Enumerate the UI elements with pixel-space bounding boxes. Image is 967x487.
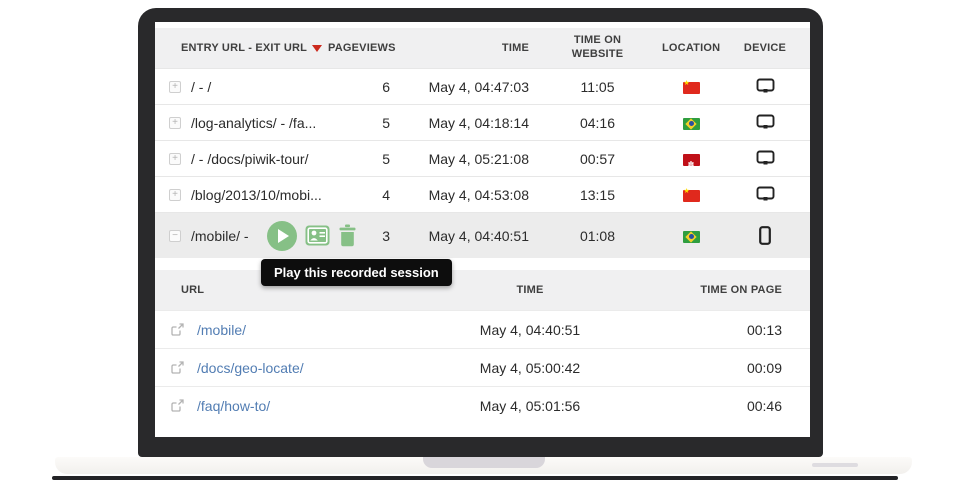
table-row[interactable]: + /log-analytics/ - /fa... 5 May 4, 04:1… [155, 104, 810, 140]
table-row[interactable]: + / - / 6 May 4, 04:47:03 11:05 ★ [155, 68, 810, 104]
time-on-website-value: 04:16 [533, 115, 662, 131]
time-on-website-value: 01:08 [533, 228, 662, 244]
desktop-icon [756, 78, 775, 95]
hong-kong-flag-icon: ✽ [683, 154, 700, 166]
table-row[interactable]: + / - /docs/piwik-tour/ 5 May 4, 05:21:0… [155, 140, 810, 176]
china-flag-icon: ★ [683, 82, 700, 94]
laptop-base-detail [812, 463, 858, 467]
external-link-icon[interactable] [171, 399, 184, 412]
entry-exit-url: /mobile/ - [191, 228, 249, 244]
external-link-icon[interactable] [171, 361, 184, 374]
laptop-bezel: ENTRY URL - EXIT URL PAGEVIEWS TIME TIME… [138, 8, 823, 457]
pageviews-value: 3 [312, 228, 394, 244]
laptop-screen: ENTRY URL - EXIT URL PAGEVIEWS TIME TIME… [155, 22, 810, 437]
pageviews-value: 5 [312, 115, 394, 131]
mobile-icon [759, 226, 771, 245]
collapse-row-icon[interactable]: − [169, 230, 181, 242]
time-on-page-value: 00:09 [655, 360, 786, 376]
time-value: May 4, 04:47:03 [394, 79, 533, 95]
header-location[interactable]: LOCATION [662, 42, 720, 54]
laptop-base [55, 457, 912, 474]
tooltip: Play this recorded session [261, 259, 452, 286]
time-value: May 4, 04:40:51 [394, 228, 533, 244]
header-device[interactable]: DEVICE [720, 42, 810, 54]
header-entry-exit-url[interactable]: ENTRY URL - EXIT URL [155, 42, 312, 54]
expand-row-icon[interactable]: + [169, 117, 181, 129]
time-value: May 4, 05:01:56 [405, 398, 655, 414]
sub-table-header: URL TIME TIME ON PAGE [155, 270, 810, 310]
desktop-icon [756, 186, 775, 203]
expand-row-icon[interactable]: + [169, 153, 181, 165]
external-link-icon[interactable] [171, 323, 184, 336]
sort-descending-icon [312, 45, 322, 52]
entry-exit-url: / - /docs/piwik-tour/ [191, 151, 308, 167]
time-on-website-value: 13:15 [533, 187, 662, 203]
sub-table-row: /docs/geo-locate/ May 4, 05:00:42 00:09 [155, 348, 810, 386]
header-pageviews[interactable]: PAGEVIEWS [312, 42, 394, 54]
time-value: May 4, 05:21:08 [394, 151, 533, 167]
table-row[interactable]: + /blog/2013/10/mobi... 4 May 4, 04:53:0… [155, 176, 810, 212]
time-value: May 4, 05:00:42 [405, 360, 655, 376]
expand-row-icon[interactable]: + [169, 189, 181, 201]
page-url-link[interactable]: /mobile/ [197, 322, 246, 338]
china-flag-icon: ★ [683, 190, 700, 202]
page: ENTRY URL - EXIT URL PAGEVIEWS TIME TIME… [0, 0, 967, 487]
desktop-icon [756, 150, 775, 167]
time-on-website-value: 11:05 [533, 79, 662, 95]
time-value: May 4, 04:18:14 [394, 115, 533, 131]
pageviews-value: 4 [312, 187, 394, 203]
laptop-base-notch [423, 457, 545, 468]
sub-table-row: /faq/how-to/ May 4, 05:01:56 00:46 [155, 386, 810, 424]
header-time-on-website[interactable]: TIME ON WEBSITE [533, 34, 662, 62]
brazil-flag-icon [683, 118, 700, 130]
entry-exit-url: / - / [191, 79, 211, 95]
header-time-on-page: TIME ON PAGE [655, 284, 786, 296]
table-row-expanded[interactable]: − /mobile/ - [155, 212, 810, 258]
play-recorded-session-icon[interactable] [267, 221, 297, 251]
time-on-website-value: 00:57 [533, 151, 662, 167]
pageviews-value: 6 [312, 79, 394, 95]
page-url-link[interactable]: /faq/how-to/ [197, 398, 270, 414]
main-table-header: ENTRY URL - EXIT URL PAGEVIEWS TIME TIME… [155, 28, 810, 68]
entry-exit-url: /blog/2013/10/mobi... [191, 187, 322, 203]
sub-table-row: /mobile/ May 4, 04:40:51 00:13 [155, 310, 810, 348]
time-value: May 4, 04:40:51 [405, 322, 655, 338]
time-value: May 4, 04:53:08 [394, 187, 533, 203]
page-url-link[interactable]: /docs/geo-locate/ [197, 360, 304, 376]
entry-exit-url: /log-analytics/ - /fa... [191, 115, 316, 131]
laptop-base-edge [52, 476, 898, 480]
time-on-page-value: 00:13 [655, 322, 786, 338]
header-time[interactable]: TIME [394, 42, 533, 54]
brazil-flag-icon [683, 231, 700, 243]
expand-row-icon[interactable]: + [169, 81, 181, 93]
pageviews-value: 5 [312, 151, 394, 167]
desktop-icon [756, 114, 775, 131]
time-on-page-value: 00:46 [655, 398, 786, 414]
